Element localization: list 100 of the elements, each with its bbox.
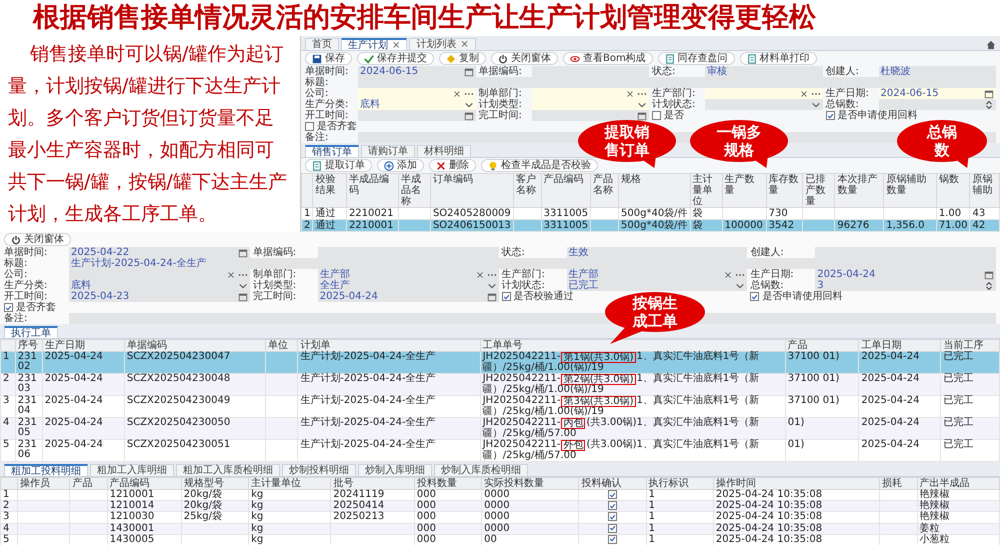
toolbar-button[interactable]: 删除 [429, 159, 476, 172]
table-row[interactable]: 1 23102 2025-04-24 SCZX202504230047 生产计划-2025-04-24-全生产 JH2025042211- 第1锅(共3.0锅) 1、真实汇牛油底料1号（新疆）/25kg/桶/1.00(锅)/19 37100 01) 2025-04-24 已完工 [0, 352, 1000, 374]
tab[interactable]: 炒制入库质检明细 [434, 464, 528, 476]
text-field[interactable]: 杜晓波 [878, 66, 996, 77]
clear-icon[interactable] [625, 88, 635, 98]
picker-field[interactable] [705, 88, 822, 99]
toolbar-button[interactable]: 关闭窗体 [491, 52, 558, 65]
checkbox[interactable] [608, 490, 617, 499]
calendar-icon[interactable] [464, 66, 474, 76]
toolbar-button[interactable]: 保存并提交 [357, 52, 434, 65]
picker-field[interactable]: 生产部 [566, 269, 748, 280]
picker-field[interactable] [532, 88, 649, 99]
tab[interactable]: 请购订单 [361, 145, 415, 157]
dropdown[interactable]: 全生产 [318, 280, 498, 291]
field-label: 单据时间: [4, 247, 48, 258]
dropdown[interactable]: 底料 [358, 99, 476, 110]
calendar-icon[interactable] [637, 110, 647, 120]
picker-field[interactable]: 生产部 [318, 269, 498, 280]
table-row[interactable]: 5 1430005 kg 000 00 1 2025-04-24 10:35:08 小葱粒 [0, 534, 1000, 545]
checkbox[interactable] [608, 501, 617, 510]
date-field[interactable]: 2024-06-15 [358, 66, 476, 77]
tab-close-button[interactable]: × [392, 40, 400, 50]
clear-icon[interactable] [226, 270, 236, 280]
table-cell: SCZX202504230048 [124, 374, 266, 396]
text-field[interactable]: 生效 [566, 247, 748, 258]
tab[interactable]: 炒制入库明细 [358, 464, 432, 476]
column-header: 生产数量 [722, 174, 766, 208]
column-header: 单位 [265, 340, 298, 352]
number-field[interactable] [878, 99, 996, 110]
calendar-icon[interactable] [486, 292, 496, 302]
toolbar-button[interactable]: 添加 [377, 159, 424, 172]
tab[interactable]: 生产计划 × [341, 38, 408, 50]
text-field[interactable] [532, 66, 649, 77]
tab[interactable]: 粗加工投料明细 [4, 464, 88, 476]
checkbox[interactable] [826, 111, 834, 120]
toolbar-button[interactable]: 同存查盘问 [658, 52, 735, 65]
table-row[interactable]: 3 1210030 25kg/袋 kg 20250213 000 0000 1 2025-04-24 10:35:08 艳辣椒 [0, 512, 1000, 524]
text-field[interactable]: 审核 [705, 66, 822, 77]
toolbar-button[interactable]: 检查半成品是否校验 [481, 159, 598, 172]
table-cell: 生产计划-2025-04-24-全生产 [298, 418, 480, 440]
dropdown[interactable]: 底料 [69, 280, 250, 291]
date-field[interactable] [532, 110, 649, 121]
calendar-icon[interactable] [984, 270, 994, 280]
date-field[interactable]: 2024-06-15 [878, 88, 996, 99]
text-field[interactable]: 生产计划-2025-04-24-全生产 [69, 258, 996, 269]
tab[interactable]: 销售订单 [305, 145, 359, 157]
calendar-icon[interactable] [984, 88, 994, 98]
calendar-icon[interactable] [238, 292, 248, 302]
toolbar-button[interactable]: 关闭窗体 [4, 233, 71, 246]
text-field[interactable] [358, 77, 996, 88]
calendar-icon[interactable] [238, 248, 248, 258]
clear-icon[interactable] [723, 270, 734, 280]
clear-icon[interactable] [798, 88, 808, 98]
checkbox[interactable] [502, 292, 510, 301]
tab[interactable]: 执行工单 [4, 326, 58, 338]
date-field[interactable]: 2025-04-22 [69, 247, 250, 258]
date-field[interactable]: 2025-04-23 [69, 291, 250, 302]
tab[interactable]: 首页 [305, 38, 339, 50]
table-row[interactable]: 2 1210014 20kg/袋 kg 20250414 000 0000 1 2025-04-24 10:35:08 艳辣椒 [0, 500, 1000, 512]
table-row[interactable]: 4 1430001 kg 000 0000 1 2025-04-24 10:35:08 姜粒 [0, 523, 1000, 534]
table-row[interactable]: 2 23103 2025-04-24 SCZX202504230048 生产计划-2025-04-24-全生产 JH2025042211- 第2锅(共3.0锅) 1、真实汇牛油底料1号（新疆）/25kg/桶/1.00(锅)/19 37100 01) 2025-04-24 已完工 [0, 374, 1000, 396]
dropdown[interactable]: 已完工 [566, 280, 748, 291]
tab[interactable]: 炒制投料明细 [282, 464, 356, 476]
table-row[interactable]: 2 通过 2210001 SO2406150013 3311005 500g*40袋/件 袋 100000 3542 96276 1,356.0 71.00 42 [302, 220, 1000, 232]
clear-icon[interactable] [474, 270, 484, 280]
date-field[interactable]: 2025-04-24 [318, 291, 498, 302]
table-cell: 1 [646, 500, 714, 512]
clear-icon[interactable] [452, 88, 462, 98]
number-field[interactable]: 3 [815, 280, 996, 291]
checkbox[interactable] [750, 292, 760, 301]
toolbar-button[interactable]: 材料单打印 [740, 52, 817, 65]
toolbar-button[interactable]: 查看Bom构成 [563, 52, 653, 65]
toolbar-button[interactable]: 保存 [305, 52, 352, 65]
tab[interactable]: 计划列表 × [409, 38, 476, 50]
table-cell: 小葱粒 [917, 534, 1000, 545]
date-field[interactable]: 2025-04-24 [815, 269, 996, 280]
checkbox[interactable] [608, 512, 617, 522]
tab[interactable]: 粗加工入库明细 [90, 464, 174, 476]
checkbox[interactable] [305, 122, 314, 131]
checkbox[interactable] [652, 111, 661, 120]
table-row[interactable]: 4 23105 2025-04-24 SCZX202504230050 生产计划-2025-04-24-全生产 JH2025042211- 内包 (共3.00锅)1、真实汇牛油底料1号（新疆）/25kg/桶/57.00 01) 2025-04-24 已完工 [0, 418, 1000, 440]
tab-close-button[interactable]: × [460, 39, 469, 50]
column-header: 规格 [618, 174, 690, 208]
tab[interactable]: 材料明细 [417, 145, 471, 157]
spinner-icon[interactable] [984, 280, 994, 290]
checkbox[interactable] [4, 303, 13, 312]
column-header: 库存数量 [766, 174, 803, 208]
tab[interactable]: 粗加工入库质检明细 [176, 464, 280, 476]
eye-icon [570, 54, 580, 64]
spinner-icon[interactable] [984, 100, 994, 110]
table-cell: 20kg/袋 [181, 500, 249, 512]
picker-field[interactable] [358, 88, 476, 99]
document-icon [746, 54, 757, 64]
table-cell: 姜粒 [917, 523, 1000, 534]
toolbar-button[interactable]: 复制 [439, 52, 486, 65]
toolbar-button[interactable]: 提取订单 [305, 159, 372, 172]
table-cell: 000 [414, 523, 482, 534]
calendar-icon[interactable] [464, 110, 474, 120]
document-icon [664, 54, 675, 64]
date-field[interactable] [358, 110, 476, 121]
